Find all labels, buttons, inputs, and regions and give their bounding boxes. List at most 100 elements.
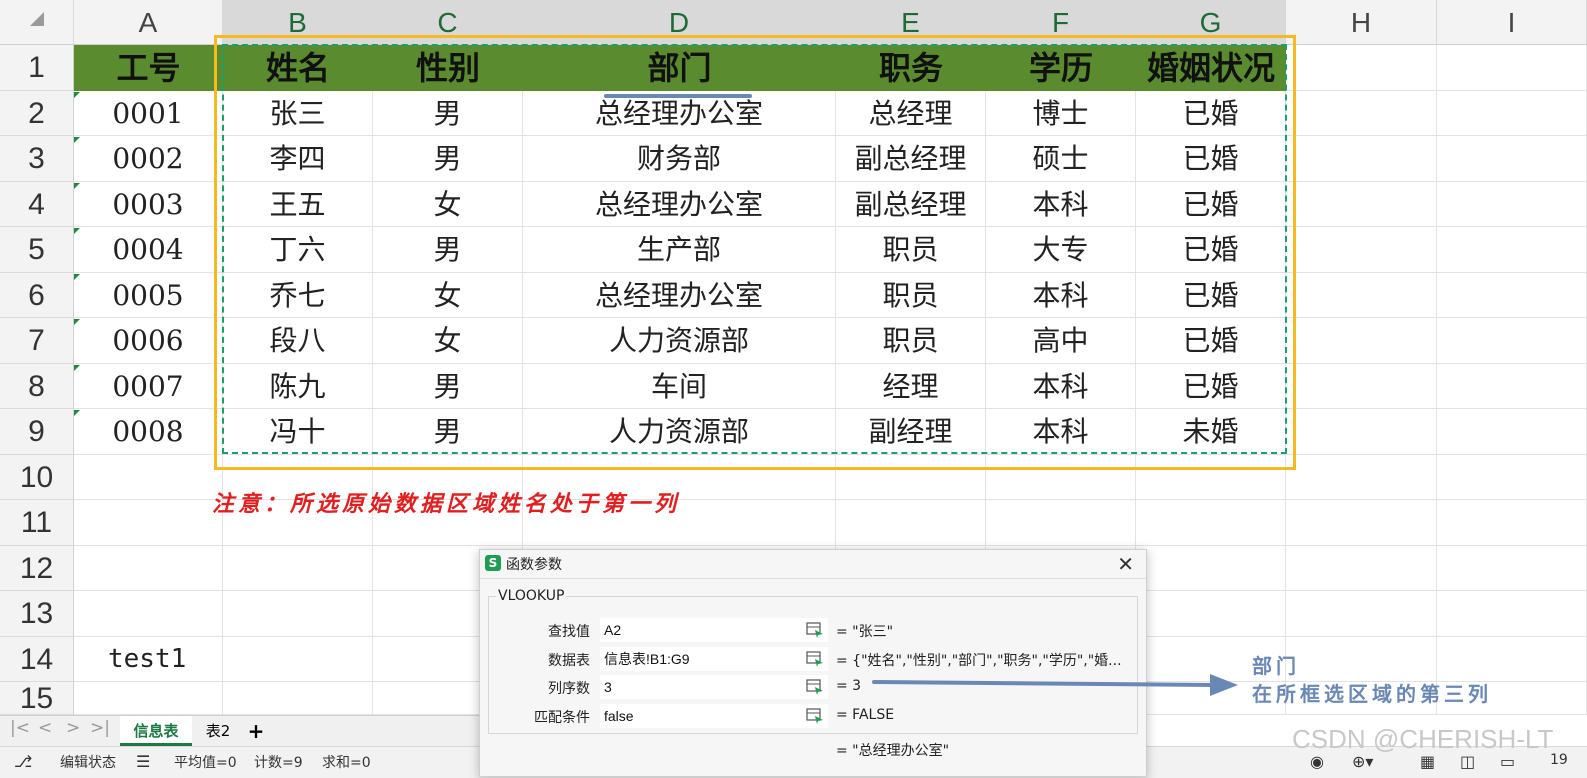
watermark: CSDN @CHERISH-LT: [1292, 724, 1554, 754]
range-picker-icon[interactable]: [806, 679, 824, 695]
cell-h3[interactable]: [1286, 136, 1437, 182]
row-header-1[interactable]: 1: [0, 45, 74, 91]
cell-a4[interactable]: 0003: [74, 182, 223, 227]
row-header-6[interactable]: 6: [0, 273, 74, 318]
cell-i6[interactable]: [1437, 273, 1587, 318]
row-header-8[interactable]: 8: [0, 364, 74, 409]
cell-b15[interactable]: [223, 682, 373, 715]
first-sheet-icon[interactable]: |<: [10, 718, 30, 738]
prev-sheet-icon[interactable]: <: [38, 718, 52, 738]
cell-a5[interactable]: 0004: [74, 227, 223, 273]
cell-h14[interactable]: [1286, 637, 1437, 682]
close-icon[interactable]: ✕: [1117, 552, 1134, 576]
range-picker-icon[interactable]: [806, 708, 824, 724]
cell-b13[interactable]: [223, 591, 373, 637]
cell-i5[interactable]: [1437, 227, 1587, 273]
cell-i10[interactable]: [1437, 455, 1587, 500]
cell-i4[interactable]: [1437, 182, 1587, 227]
app-logo-icon: S: [485, 555, 501, 571]
param-input[interactable]: 信息表!B1:G9: [600, 647, 828, 671]
cell-i12[interactable]: [1437, 546, 1587, 591]
row-header-13[interactable]: 13: [0, 591, 74, 637]
next-sheet-icon[interactable]: >: [66, 718, 80, 738]
tab-info-sheet[interactable]: 信息表: [120, 716, 192, 746]
row-header-15[interactable]: 15: [0, 682, 74, 715]
cell-i1[interactable]: [1437, 45, 1587, 91]
cell-h2[interactable]: [1286, 91, 1437, 136]
cell-h7[interactable]: [1286, 318, 1437, 364]
cell-a14[interactable]: test1: [108, 644, 186, 674]
row-header-3[interactable]: 3: [0, 136, 74, 182]
cell-a13[interactable]: [74, 591, 223, 637]
cell-a11[interactable]: [74, 500, 223, 546]
cell-i11[interactable]: [1437, 500, 1587, 546]
column-header-a[interactable]: A: [74, 0, 223, 45]
cell-i8[interactable]: [1437, 364, 1587, 409]
row-header-12[interactable]: 12: [0, 546, 74, 591]
cell-i9[interactable]: [1437, 409, 1587, 455]
macro-icon[interactable]: ⎇: [14, 752, 32, 771]
cell-a6[interactable]: 0005: [74, 273, 223, 318]
cell-b12[interactable]: [223, 546, 373, 591]
cell-h6[interactable]: [1286, 273, 1437, 318]
cell-b14[interactable]: [223, 637, 373, 682]
cell-a12[interactable]: [74, 546, 223, 591]
row-header-7[interactable]: 7: [0, 318, 74, 364]
cell-g12[interactable]: [1136, 546, 1286, 591]
number-as-text-icon: [74, 92, 80, 98]
cell-i3[interactable]: [1437, 136, 1587, 182]
cell-a7[interactable]: 0006: [74, 318, 223, 364]
row-header-2[interactable]: 2: [0, 91, 74, 136]
cell-a3[interactable]: 0002: [74, 136, 223, 182]
cell-g11[interactable]: [1136, 500, 1286, 546]
cell-i2[interactable]: [1437, 91, 1587, 136]
cell-i14[interactable]: [1437, 637, 1587, 682]
cell-a8[interactable]: 0007: [74, 364, 223, 409]
column-header-h[interactable]: H: [1286, 0, 1437, 45]
row-header-14[interactable]: 14: [0, 637, 74, 682]
param-preview: = FALSE: [836, 707, 895, 723]
cell-h12[interactable]: [1286, 546, 1437, 591]
cell-a15[interactable]: [74, 682, 223, 715]
cell-i7[interactable]: [1437, 318, 1587, 364]
cell-h8[interactable]: [1286, 364, 1437, 409]
cell-a10[interactable]: [74, 455, 223, 500]
range-picker-icon[interactable]: [806, 622, 824, 638]
column-header-i[interactable]: I: [1437, 0, 1587, 45]
param-input[interactable]: A2: [600, 618, 828, 642]
row-header-4[interactable]: 4: [0, 182, 74, 227]
row-header-11[interactable]: 11: [0, 500, 74, 546]
tab-sheet2[interactable]: 表2: [196, 716, 240, 746]
cell-g13[interactable]: [1136, 591, 1286, 637]
cell-h4[interactable]: [1286, 182, 1437, 227]
cell-h10[interactable]: [1286, 455, 1437, 500]
cell-h1[interactable]: [1286, 45, 1437, 91]
formula-result: = "总经理办公室": [836, 743, 950, 759]
param-input[interactable]: false: [600, 704, 828, 728]
arrow-icon: [872, 674, 1238, 696]
document-icon[interactable]: ☰: [136, 752, 150, 771]
last-sheet-icon[interactable]: >|: [90, 718, 110, 738]
cell-h5[interactable]: [1286, 227, 1437, 273]
cell-h13[interactable]: [1286, 591, 1437, 637]
param-input[interactable]: 3: [600, 675, 828, 699]
row-header-10[interactable]: 10: [0, 455, 74, 500]
note-text: 注意：所选原始数据区域姓名处于第一列: [212, 491, 681, 517]
status-count: 计数=9: [254, 755, 303, 771]
range-picker-icon[interactable]: [806, 651, 824, 667]
select-all-corner[interactable]: [0, 0, 74, 45]
cell-h9[interactable]: [1286, 409, 1437, 455]
row-header-5[interactable]: 5: [0, 227, 74, 273]
cell-a1[interactable]: 工号: [74, 45, 223, 91]
cell-f11[interactable]: [986, 500, 1136, 546]
department-underline: [604, 94, 752, 98]
cell-a9[interactable]: 0008: [74, 409, 223, 455]
row-header-9[interactable]: 9: [0, 409, 74, 455]
add-sheet-button[interactable]: +: [244, 716, 268, 746]
cell-a2[interactable]: 0001: [74, 91, 223, 136]
cell-e11[interactable]: [836, 500, 986, 546]
status-average: 平均值=0: [174, 755, 237, 771]
number-as-text-icon: [74, 365, 80, 371]
cell-i13[interactable]: [1437, 591, 1587, 637]
cell-h11[interactable]: [1286, 500, 1437, 546]
